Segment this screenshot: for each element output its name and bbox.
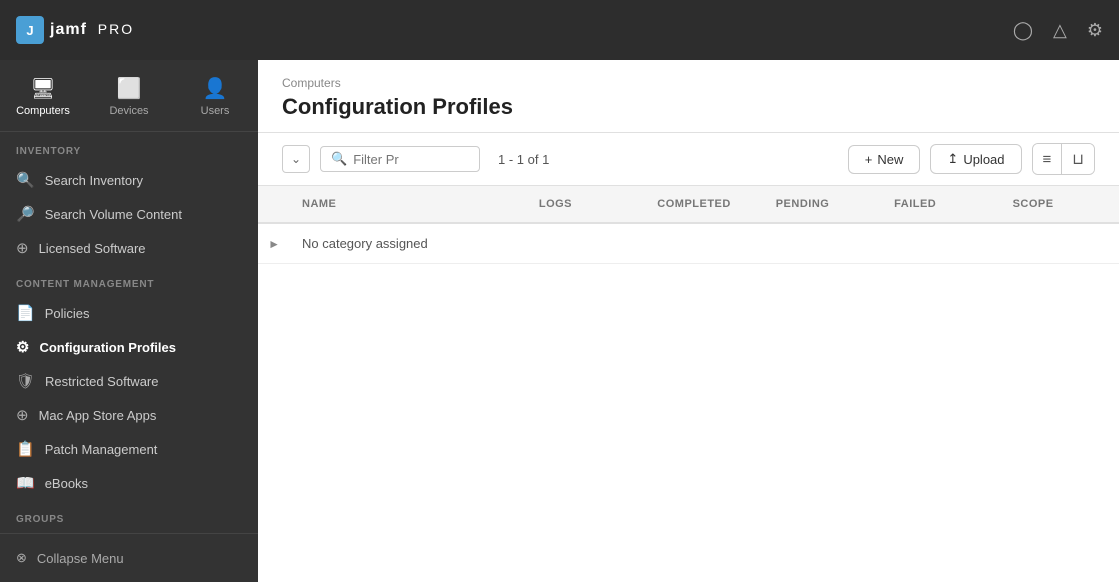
sidebar-item-devices[interactable]: ⬜ Devices (86, 70, 172, 123)
collapse-menu-button[interactable]: ⊗ Collapse Menu (0, 542, 258, 574)
sidebar-bottom: ⊗ Collapse Menu (0, 533, 258, 582)
devices-icon: ⬜ (117, 76, 142, 101)
licensed-software-icon: ⊕ (16, 239, 29, 257)
policies-icon: 📄 (16, 304, 35, 322)
logo-area: J jamf PRO (16, 16, 134, 44)
users-icon: 👤 (203, 76, 228, 101)
table-header: NAME LOGS COMPLETED PENDING FAILED SCOPE (258, 186, 1119, 224)
breadcrumb: Computers (282, 76, 1095, 90)
sidebar-item-restricted-software[interactable]: 🛡 Restricted Software (0, 364, 258, 398)
collapse-toolbar-button[interactable]: ⌄ (282, 145, 310, 173)
sidebar-item-ebooks[interactable]: 📖 eBooks (0, 466, 258, 500)
toolbar: ⌄ 🔍 1 - 1 of 1 + New ↥ Upload ≡ ⊔ (258, 133, 1119, 186)
lightning-icon[interactable]: △ (1053, 20, 1067, 41)
sidebar-item-patch-management[interactable]: 📋 Patch Management (0, 432, 258, 466)
grid-view-button[interactable]: ⊔ (1062, 144, 1094, 174)
sidebar-item-policies[interactable]: 📄 Policies (0, 296, 258, 330)
configuration-profiles-icon: ⚙ (16, 338, 29, 356)
page-title: Configuration Profiles (282, 94, 1095, 132)
gear-icon[interactable]: ⚙ (1087, 20, 1103, 41)
list-view-button[interactable]: ≡ (1033, 144, 1063, 174)
sidebar-item-search-volume[interactable]: 🔎 Search Volume Content (0, 197, 258, 231)
inventory-section-label: INVENTORY (0, 132, 258, 163)
sidebar-item-configuration-profiles[interactable]: ⚙ Configuration Profiles (0, 330, 258, 364)
col-logs: LOGS (527, 194, 645, 214)
col-failed: FAILED (882, 194, 1000, 214)
jamf-logo-icon: J (16, 16, 44, 44)
sidebar-item-mac-app-store[interactable]: ⊕ Mac App Store Apps (0, 398, 258, 432)
filter-search-icon: 🔍 (331, 151, 347, 167)
jamf-logo: J jamf PRO (16, 16, 134, 44)
sidebar-item-licensed-software[interactable]: ⊕ Licensed Software (0, 231, 258, 265)
filter-input[interactable] (353, 152, 453, 167)
upload-icon: ↥ (947, 151, 958, 167)
restricted-software-icon: 🛡 (16, 372, 35, 390)
col-name: NAME (290, 194, 527, 214)
view-toggle: ≡ ⊔ (1032, 143, 1095, 175)
new-button[interactable]: + New (848, 145, 921, 174)
sidebar-item-computers[interactable]: 🖥 Computers (0, 70, 86, 123)
upload-button[interactable]: ↥ Upload (930, 144, 1021, 174)
table-row-group: ► No category assigned (258, 224, 1119, 264)
search-icon: 🔍 (16, 171, 35, 189)
jamf-pro-text: jamf PRO (50, 21, 134, 39)
groups-section-label: GROUPS (0, 500, 258, 531)
table-row: ► No category assigned (258, 224, 1119, 263)
ebooks-icon: 📖 (16, 474, 35, 492)
table-container: NAME LOGS COMPLETED PENDING FAILED SCOPE… (258, 186, 1119, 582)
row-name: No category assigned (290, 236, 527, 251)
collapse-menu-icon: ⊗ (16, 550, 27, 566)
mac-app-store-icon: ⊕ (16, 406, 29, 424)
main-layout: 🖥 Computers ⬜ Devices 👤 Users INVENTORY … (0, 60, 1119, 582)
content-management-section-label: CONTENT MANAGEMENT (0, 265, 258, 296)
page-count: 1 - 1 of 1 (498, 152, 549, 167)
col-completed: COMPLETED (645, 194, 763, 214)
col-expand (258, 194, 290, 214)
plus-icon: + (865, 152, 873, 167)
filter-input-wrapper[interactable]: 🔍 (320, 146, 480, 172)
sidebar-item-search-inventory[interactable]: 🔍 Search Inventory (0, 163, 258, 197)
top-navigation: J jamf PRO ◯ △ ⚙ (0, 0, 1119, 60)
sidebar-item-users[interactable]: 👤 Users (172, 70, 258, 123)
content-header: Computers Configuration Profiles (258, 60, 1119, 133)
top-nav-actions: ◯ △ ⚙ (1013, 20, 1103, 41)
user-icon[interactable]: ◯ (1013, 20, 1033, 41)
patch-management-icon: 📋 (16, 440, 35, 458)
content-area: Computers Configuration Profiles ⌄ 🔍 1 -… (258, 60, 1119, 582)
col-scope: SCOPE (1001, 194, 1119, 214)
row-expand-button[interactable]: ► (258, 237, 290, 251)
col-pending: PENDING (764, 194, 882, 214)
volume-search-icon: 🔎 (16, 205, 35, 223)
computers-icon: 🖥 (30, 76, 55, 101)
sidebar-top-icons: 🖥 Computers ⬜ Devices 👤 Users (0, 60, 258, 132)
sidebar: 🖥 Computers ⬜ Devices 👤 Users INVENTORY … (0, 60, 258, 582)
